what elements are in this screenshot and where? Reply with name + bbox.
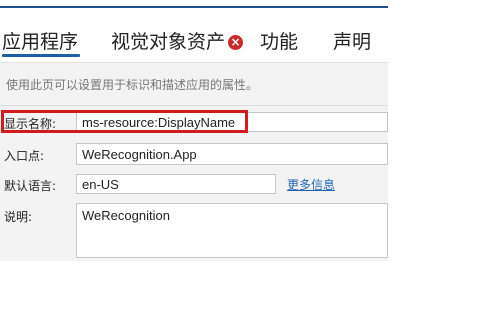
tab-label: 声明	[333, 31, 372, 53]
description-field[interactable]: WeRecognition	[76, 203, 388, 258]
divider	[0, 105, 388, 106]
highlight-box	[1, 110, 248, 133]
entry-point-field[interactable]: WeRecognition.App	[76, 143, 388, 165]
more-info-link[interactable]: 更多信息	[287, 176, 335, 193]
description-label: 说明:	[4, 210, 33, 224]
default-language-field[interactable]: en-US	[76, 174, 276, 194]
tab-label: 功能	[260, 31, 299, 53]
tab-label: 视觉对象资产	[111, 31, 226, 53]
top-border	[0, 0, 388, 8]
default-language-label: 默认语言:	[4, 179, 57, 193]
error-x-icon: ×	[228, 35, 244, 50]
tab-declarations[interactable]: 声明	[333, 30, 371, 54]
tab-capabilities[interactable]: 功能	[260, 30, 298, 54]
tab-label: 应用程序	[2, 31, 79, 53]
tab-application[interactable]: 应用程序	[2, 30, 81, 57]
entry-point-label: 入口点:	[4, 149, 45, 163]
tab-visual-assets[interactable]: 视觉对象资产 ×	[111, 30, 244, 54]
page-description: 使用此页可以设置用于标识和描述应用的属性。	[6, 78, 259, 92]
